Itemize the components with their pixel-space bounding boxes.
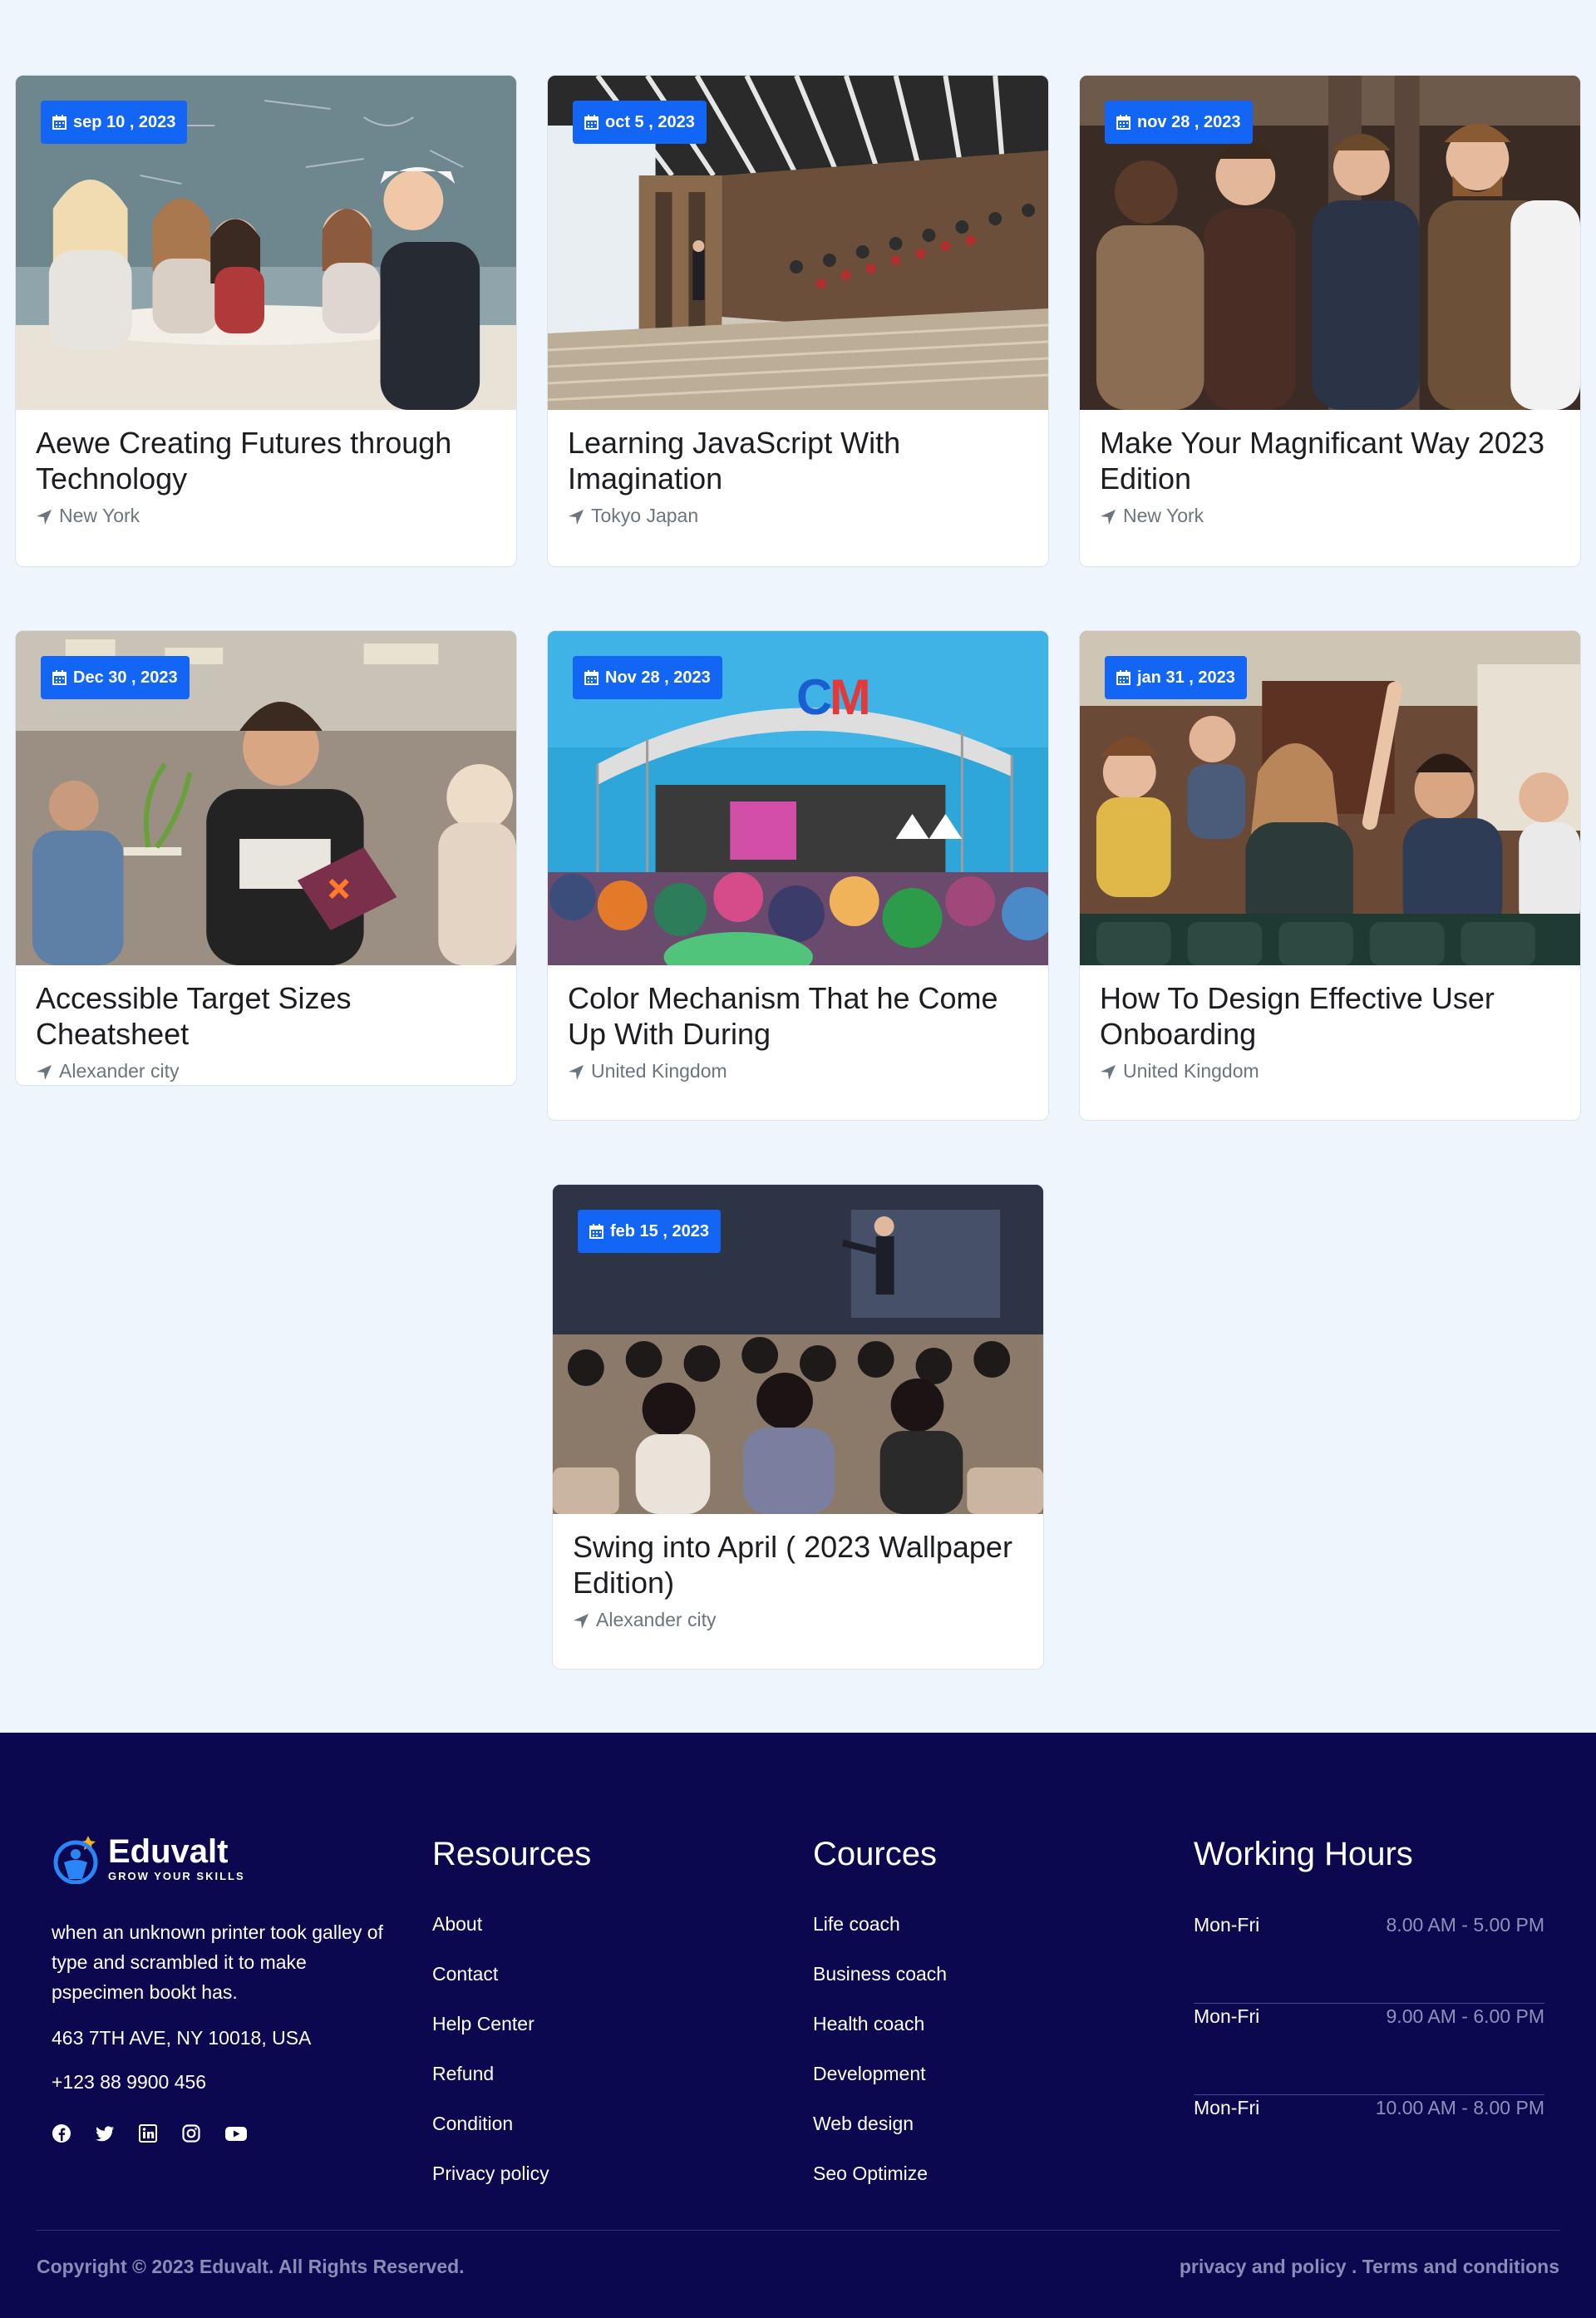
event-location: Alexander city bbox=[596, 1609, 717, 1630]
date-badge: Dec 30 , 2023 bbox=[41, 656, 190, 699]
calendar-icon bbox=[584, 670, 598, 685]
event-card[interactable]: oct 5 , 2023 Learning JavaScript With Im… bbox=[547, 75, 1049, 567]
svg-text:M: M bbox=[830, 669, 871, 725]
linkedin-icon[interactable] bbox=[138, 2123, 158, 2143]
footer-phone[interactable]: +123 88 9900 456 bbox=[52, 2071, 409, 2094]
location-arrow-icon bbox=[568, 1063, 584, 1080]
footer-course-business-coach[interactable]: Business coach bbox=[813, 1962, 1129, 1985]
location-arrow-icon bbox=[1100, 1063, 1116, 1080]
footer-hours: Working Hours Mon-Fri 8.00 AM - 5.00 PM M… bbox=[1194, 1832, 1559, 2187]
legal-links[interactable]: privacy and policy . Terms and condition… bbox=[1180, 2256, 1559, 2278]
event-location: New York bbox=[59, 505, 140, 526]
svg-text:C: C bbox=[796, 669, 832, 725]
footer-link-condition[interactable]: Condition bbox=[432, 2112, 748, 2135]
date-badge: nov 28 , 2023 bbox=[1105, 101, 1253, 144]
footer-link-contact[interactable]: Contact bbox=[432, 1962, 748, 1985]
hours-row: Mon-Fri 8.00 AM - 5.00 PM bbox=[1194, 1912, 1544, 2004]
footer-bottom-bar: Copyright © 2023 Eduvalt. All Rights Res… bbox=[37, 2230, 1559, 2278]
date-badge: Nov 28 , 2023 bbox=[573, 656, 722, 699]
footer-course-web-design[interactable]: Web design bbox=[813, 2112, 1129, 2135]
event-title[interactable]: Color Mechanism That he Come Up With Dur… bbox=[568, 980, 1028, 1052]
date-badge: oct 5 , 2023 bbox=[573, 101, 707, 144]
calendar-icon bbox=[584, 115, 598, 130]
date-badge: sep 10 , 2023 bbox=[41, 101, 188, 144]
location-arrow-icon bbox=[36, 1063, 52, 1080]
footer-link-help-center[interactable]: Help Center bbox=[432, 2012, 748, 2035]
logo[interactable]: Eduvalt GROW YOUR SKILLS bbox=[52, 1832, 409, 1885]
event-title[interactable]: How To Design Effective User Onboarding bbox=[1100, 980, 1560, 1052]
location-arrow-icon bbox=[573, 1612, 589, 1629]
footer-about-text: when an unknown printer took galley of t… bbox=[52, 1921, 383, 2003]
hours-time: 9.00 AM - 6.00 PM bbox=[1386, 2005, 1544, 2027]
event-date: feb 15 , 2023 bbox=[610, 1221, 709, 1240]
date-badge: jan 31 , 2023 bbox=[1105, 656, 1247, 699]
event-date: jan 31 , 2023 bbox=[1137, 668, 1235, 687]
date-badge: feb 15 , 2023 bbox=[578, 1210, 721, 1253]
calendar-icon bbox=[52, 670, 66, 685]
logo-icon bbox=[52, 1832, 100, 1885]
event-location: United Kingdom bbox=[591, 1060, 727, 1082]
hours-day: Mon-Fri bbox=[1194, 2005, 1260, 2027]
youtube-icon[interactable] bbox=[224, 2123, 247, 2143]
footer-link-about[interactable]: About bbox=[432, 1912, 748, 1936]
footer-course-seo-optimize[interactable]: Seo Optimize bbox=[813, 2162, 1129, 2185]
footer-course-health-coach[interactable]: Health coach bbox=[813, 2012, 1129, 2035]
hours-time: 10.00 AM - 8.00 PM bbox=[1375, 2097, 1544, 2118]
hours-day: Mon-Fri bbox=[1194, 2097, 1260, 2118]
location-arrow-icon bbox=[1100, 508, 1116, 525]
footer-course-development[interactable]: Development bbox=[813, 2062, 1129, 2085]
event-card[interactable]: nov 28 , 2023 Make Your Magnificant Way … bbox=[1079, 75, 1581, 567]
event-card[interactable]: Dec 30 , 2023 Accessible Target Sizes Ch… bbox=[15, 630, 517, 1086]
footer-link-refund[interactable]: Refund bbox=[432, 2062, 748, 2085]
event-date: Nov 28 , 2023 bbox=[605, 668, 711, 687]
event-card[interactable]: C M Nov 28 , 2023 Color Mechanism That h… bbox=[547, 630, 1049, 1121]
event-card[interactable]: feb 15 , 2023 Swing into April ( 2023 Wa… bbox=[552, 1184, 1044, 1669]
social-links bbox=[52, 2123, 409, 2143]
hours-row: Mon-Fri 10.00 AM - 8.00 PM bbox=[1194, 2095, 1544, 2187]
event-date: sep 10 , 2023 bbox=[73, 112, 176, 131]
hours-row: Mon-Fri 9.00 AM - 6.00 PM bbox=[1194, 2004, 1544, 2095]
hours-title: Working Hours bbox=[1194, 1836, 1413, 1872]
event-title[interactable]: Aewe Creating Futures through Technology bbox=[36, 425, 496, 496]
event-title[interactable]: Learning JavaScript With Imagination bbox=[568, 425, 1028, 496]
footer-address: 463 7TH AVE, NY 10018, USA bbox=[52, 2027, 312, 2049]
footer-courses: Cources Life coach Business coach Health… bbox=[813, 1832, 1129, 2212]
event-location: New York bbox=[1123, 505, 1204, 526]
calendar-icon bbox=[1116, 115, 1130, 130]
event-title[interactable]: Make Your Magnificant Way 2023 Edition bbox=[1100, 425, 1560, 496]
brand-name: Eduvalt bbox=[108, 1832, 229, 1870]
footer-resources: Resources About Contact Help Center Refu… bbox=[432, 1832, 748, 2212]
footer-about: Eduvalt GROW YOUR SKILLS when an unknown… bbox=[52, 1832, 409, 2143]
site-footer: Eduvalt GROW YOUR SKILLS when an unknown… bbox=[0, 1733, 1596, 2318]
events-grid: sep 10 , 2023 Aewe Creating Futures thro… bbox=[0, 0, 1596, 1733]
event-location: Alexander city bbox=[59, 1060, 180, 1082]
facebook-icon[interactable] bbox=[52, 2123, 71, 2143]
hours-time: 8.00 AM - 5.00 PM bbox=[1386, 1914, 1544, 1936]
calendar-icon bbox=[52, 115, 66, 130]
twitter-icon[interactable] bbox=[95, 2123, 115, 2143]
footer-course-life-coach[interactable]: Life coach bbox=[813, 1912, 1129, 1936]
hours-day: Mon-Fri bbox=[1194, 1914, 1260, 1936]
event-title[interactable]: Accessible Target Sizes Cheatsheet bbox=[36, 980, 496, 1052]
footer-link-privacy-policy[interactable]: Privacy policy bbox=[432, 2162, 748, 2185]
event-location: United Kingdom bbox=[1123, 1060, 1259, 1082]
calendar-icon bbox=[1116, 670, 1130, 685]
event-card[interactable]: jan 31 , 2023 How To Design Effective Us… bbox=[1079, 630, 1581, 1121]
brand-tagline: GROW YOUR SKILLS bbox=[108, 1869, 245, 1882]
instagram-icon[interactable] bbox=[181, 2123, 201, 2143]
event-date: nov 28 , 2023 bbox=[1137, 112, 1241, 131]
location-arrow-icon bbox=[36, 508, 52, 525]
location-arrow-icon bbox=[568, 508, 584, 525]
event-title[interactable]: Swing into April ( 2023 Wallpaper Editio… bbox=[573, 1529, 1023, 1600]
calendar-icon bbox=[589, 1224, 603, 1239]
resources-title: Resources bbox=[432, 1836, 592, 1872]
copyright: Copyright © 2023 Eduvalt. All Rights Res… bbox=[37, 2256, 465, 2277]
courses-title: Cources bbox=[813, 1836, 937, 1872]
event-card[interactable]: sep 10 , 2023 Aewe Creating Futures thro… bbox=[15, 75, 517, 567]
event-date: oct 5 , 2023 bbox=[605, 112, 695, 131]
event-date: Dec 30 , 2023 bbox=[73, 668, 178, 687]
event-location: Tokyo Japan bbox=[591, 505, 699, 526]
